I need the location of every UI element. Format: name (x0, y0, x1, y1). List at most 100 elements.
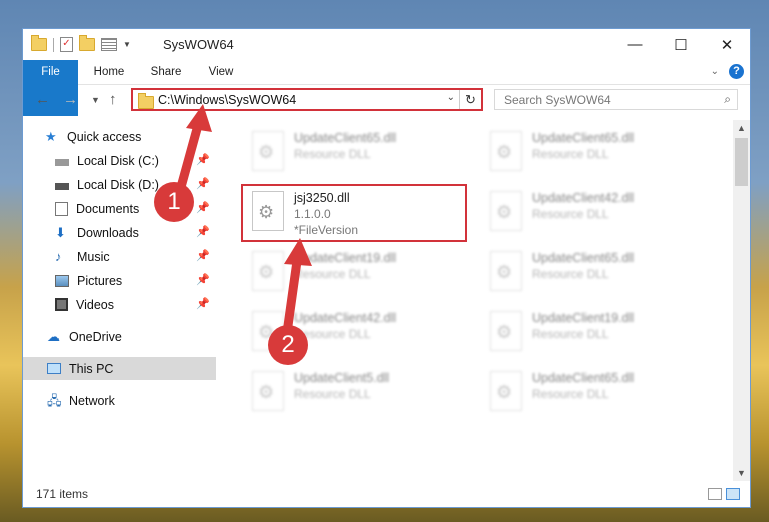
tab-view[interactable]: View (195, 60, 247, 84)
search-icon[interactable]: ⌕ (724, 92, 731, 107)
sidebar-item-music[interactable]: ♪ Music 📌 (23, 245, 216, 268)
scroll-thumb[interactable] (735, 138, 748, 186)
step-2-badge: 2 (268, 325, 308, 365)
toolbar-separator (53, 37, 54, 52)
file-item[interactable]: UpdateClient65.dll Resource DLL (486, 125, 716, 181)
file-item[interactable]: UpdateClient5.dll Resource DLL (248, 365, 478, 421)
sidebar-item-label: Downloads (77, 225, 139, 240)
file-item[interactable]: UpdateClient19.dll Resource DLL (486, 305, 716, 361)
forward-arrow-icon[interactable]: → (63, 91, 78, 108)
sidebar-item-network[interactable]: 🖧 Network (23, 389, 216, 412)
documents-icon (55, 201, 68, 216)
computer-icon (47, 363, 61, 374)
pin-icon[interactable]: 📌 (196, 201, 210, 214)
ribbon-right-controls: ⌄ ? (711, 64, 744, 79)
ribbon-tabs: File Home Share View ⌄ ? (23, 60, 750, 116)
dll-file-icon (490, 311, 522, 351)
drive-icon (55, 182, 69, 190)
scroll-down-icon[interactable]: ▼ (733, 465, 750, 481)
dll-file-icon (252, 371, 284, 411)
sidebar-item-label: Pictures (77, 273, 123, 288)
new-folder-icon[interactable] (79, 35, 95, 51)
file-name: UpdateClient42.dll (532, 191, 635, 205)
file-item[interactable]: UpdateClient65.dll Resource DLL (486, 245, 716, 301)
pin-icon[interactable]: 📌 (196, 297, 210, 310)
file-name: UpdateClient42.dll (294, 311, 397, 325)
window-title: SysWOW64 (163, 37, 234, 52)
sidebar-item-onedrive[interactable]: ☁ OneDrive (23, 325, 216, 348)
quick-access-toolbar: ✓ ▼ (31, 35, 131, 52)
pin-icon[interactable]: 📌 (196, 273, 210, 286)
customize-toolbar-icon[interactable] (101, 38, 117, 51)
sidebar-item-local-disk-c[interactable]: Local Disk (C:) 📌 (23, 149, 216, 172)
address-path[interactable]: C:\Windows\SysWOW64 (158, 93, 296, 107)
sidebar-item-label: Local Disk (C:) (77, 153, 159, 168)
sidebar-item-videos[interactable]: Videos 📌 (23, 293, 216, 316)
pin-icon[interactable]: 📌 (196, 249, 210, 262)
file-name: UpdateClient65.dll (294, 131, 397, 145)
maximize-button[interactable]: ☐ (658, 29, 704, 60)
cloud-icon: ☁ (47, 328, 60, 344)
pictures-icon (55, 274, 69, 287)
scroll-up-icon[interactable]: ▲ (733, 120, 750, 136)
large-icons-view-icon[interactable] (726, 488, 740, 500)
file-name: UpdateClient65.dll (532, 131, 635, 145)
vertical-scrollbar[interactable]: ▲ ▼ (733, 120, 750, 481)
details-view-icon[interactable] (708, 488, 722, 500)
highlight-box (241, 184, 467, 242)
music-note-icon: ♪ (55, 248, 62, 264)
search-box[interactable]: Search SysWOW64 ⌕ (494, 89, 738, 110)
expand-ribbon-icon[interactable]: ⌄ (711, 66, 719, 77)
dll-file-icon (490, 371, 522, 411)
file-item[interactable]: UpdateClient65.dll Resource DLL (486, 365, 716, 421)
download-arrow-icon: ⬇ (55, 224, 66, 240)
pin-icon[interactable]: 📌 (196, 153, 210, 166)
network-icon: 🖧 (47, 392, 62, 408)
minimize-button[interactable]: — (612, 29, 658, 60)
file-type: Resource DLL (294, 387, 371, 401)
file-type: Resource DLL (532, 387, 609, 401)
film-icon (55, 298, 68, 311)
address-bar[interactable]: C:\Windows\SysWOW64 ⌄ ↻ (131, 88, 483, 111)
item-count: 171 items (36, 487, 89, 501)
dll-file-icon (490, 131, 522, 171)
file-explorer-window: ✓ ▼ SysWOW64 — ☐ ✕ File Home Share View … (22, 28, 751, 508)
navigation-bar: ← → ▼ ↑ C:\Windows\SysWOW64 ⌄ ↻ Search S… (23, 85, 750, 117)
tab-share[interactable]: Share (141, 60, 191, 84)
properties-check-icon[interactable]: ✓ (60, 37, 73, 52)
up-arrow-icon[interactable]: ↑ (109, 91, 117, 108)
sidebar-item-this-pc[interactable]: This PC (23, 357, 216, 380)
window-controls: — ☐ ✕ (612, 29, 750, 60)
dll-file-icon (252, 131, 284, 171)
folder-icon (31, 35, 47, 51)
refresh-icon[interactable]: ↻ (459, 90, 481, 109)
pin-icon[interactable]: 📌 (196, 177, 210, 190)
file-type: Resource DLL (294, 267, 371, 281)
file-item[interactable]: UpdateClient19.dll Resource DLL (248, 245, 478, 301)
sidebar-item-label: Music (77, 249, 110, 264)
sidebar-item-quick-access[interactable]: ★ Quick access (23, 125, 216, 148)
file-name: UpdateClient19.dll (294, 251, 397, 265)
dll-file-icon (252, 251, 284, 291)
file-type: Resource DLL (532, 207, 609, 221)
file-name: UpdateClient19.dll (532, 311, 635, 325)
address-dropdown-icon[interactable]: ⌄ (447, 92, 455, 103)
pin-icon[interactable]: 📌 (196, 225, 210, 238)
file-name: UpdateClient5.dll (294, 371, 390, 385)
help-icon[interactable]: ? (729, 64, 744, 79)
sidebar-item-pictures[interactable]: Pictures 📌 (23, 269, 216, 292)
file-type: Resource DLL (532, 147, 609, 161)
sidebar-item-downloads[interactable]: ⬇ Downloads 📌 (23, 221, 216, 244)
file-type: Resource DLL (294, 147, 371, 161)
recent-locations-icon[interactable]: ▼ (91, 95, 100, 105)
qat-dropdown-icon[interactable]: ▼ (123, 40, 131, 49)
drive-icon (55, 158, 69, 166)
close-button[interactable]: ✕ (704, 29, 750, 60)
back-arrow-icon[interactable]: ← (35, 91, 50, 108)
file-item[interactable]: UpdateClient65.dll Resource DLL (248, 125, 478, 181)
search-placeholder[interactable]: Search SysWOW64 (504, 93, 611, 107)
title-bar: ✓ ▼ SysWOW64 — ☐ ✕ (23, 29, 750, 60)
sidebar-item-label: Videos (76, 297, 114, 312)
file-item[interactable]: UpdateClient42.dll Resource DLL (486, 185, 716, 241)
tab-home[interactable]: Home (81, 60, 137, 84)
